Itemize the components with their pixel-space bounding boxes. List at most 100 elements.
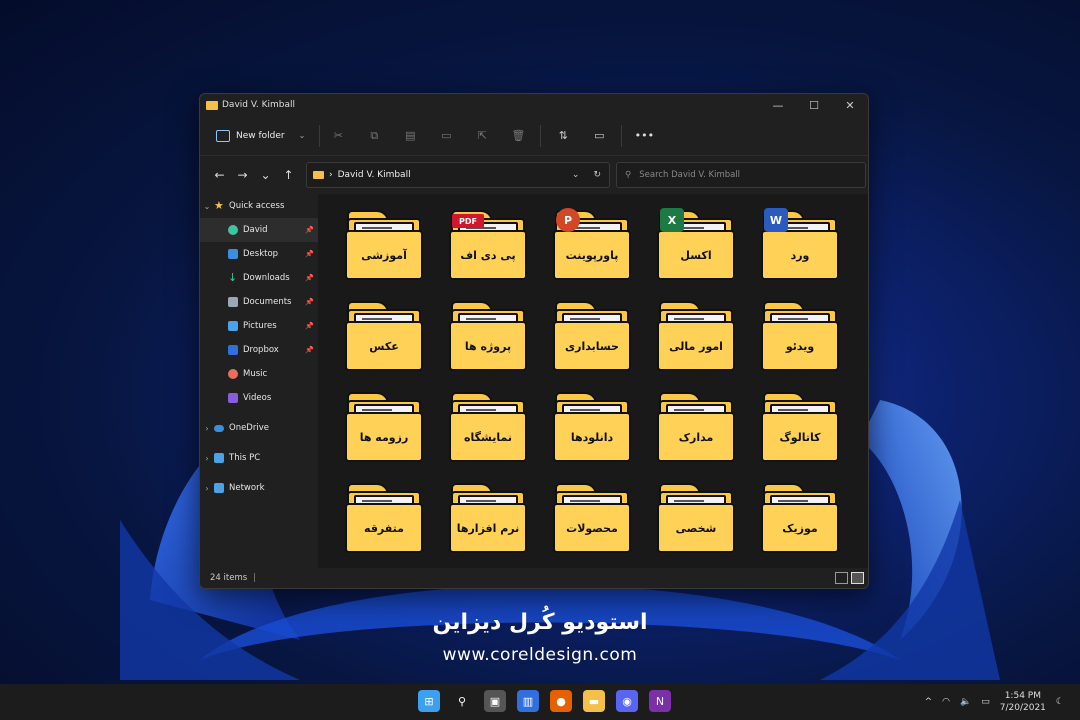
- folder-item[interactable]: امور مالی: [656, 299, 760, 390]
- volume-icon[interactable]: 🔈: [960, 697, 971, 707]
- firefox-icon[interactable]: ●: [550, 690, 572, 712]
- large-icons-view-button[interactable]: [851, 572, 864, 584]
- onedrive-icon: [214, 424, 224, 432]
- folder-item[interactable]: موزیک: [760, 481, 864, 572]
- discord-icon[interactable]: ◉: [616, 690, 638, 712]
- pictures-icon: [228, 321, 238, 331]
- folder-icon: نرم افزارها: [448, 481, 528, 556]
- folder-item[interactable]: نمایشگاه: [448, 390, 552, 481]
- breadcrumb[interactable]: David V. Kimball: [338, 170, 411, 180]
- sidebar-item-quick-access[interactable]: ⌄ ★ Quick access: [200, 194, 318, 218]
- more-options-icon[interactable]: •••: [626, 129, 662, 142]
- new-folder-icon: [216, 129, 230, 142]
- folder-item[interactable]: ورد W: [760, 208, 864, 299]
- chevron-right-icon[interactable]: ›: [200, 424, 214, 433]
- folder-label: حسابداری: [565, 339, 619, 353]
- sidebar-item-label: Pictures: [243, 321, 277, 331]
- cut-icon[interactable]: ✂: [320, 129, 356, 142]
- battery-icon[interactable]: ▭: [981, 697, 990, 707]
- delete-icon[interactable]: 🗑: [500, 129, 536, 142]
- view-icon[interactable]: ▭: [581, 129, 617, 142]
- paste-icon[interactable]: ▤: [392, 129, 428, 142]
- pin-icon: 📌: [305, 226, 314, 234]
- forward-button[interactable]: →: [231, 168, 254, 182]
- folder-icon: مدارک: [656, 390, 736, 465]
- sidebar-item-pictures[interactable]: Pictures 📌: [200, 314, 318, 338]
- app-badge-icon: X: [660, 208, 684, 232]
- folder-item[interactable]: آموزشی: [344, 208, 448, 299]
- onenote-icon[interactable]: N: [649, 690, 671, 712]
- search-icon[interactable]: ⚲: [451, 690, 473, 712]
- navigation-bar: ← → ⌄ ↑ › David V. Kimball ⌄ ↻ ⚲ Search …: [200, 156, 868, 194]
- back-button[interactable]: ←: [208, 168, 231, 182]
- folder-item[interactable]: رزومه ها: [344, 390, 448, 481]
- folder-item[interactable]: نرم افزارها: [448, 481, 552, 572]
- details-view-button[interactable]: [835, 572, 848, 584]
- network-icon: [214, 483, 224, 493]
- folder-item[interactable]: محصولات: [552, 481, 656, 572]
- folder-item[interactable]: کاتالوگ: [760, 390, 864, 481]
- chevron-right-icon[interactable]: ›: [200, 454, 214, 463]
- sidebar-item-music[interactable]: Music: [200, 362, 318, 386]
- close-button[interactable]: ✕: [832, 99, 868, 112]
- sidebar-item-label: This PC: [229, 453, 261, 463]
- wifi-icon[interactable]: ◠: [942, 697, 950, 707]
- copy-icon[interactable]: ⧉: [356, 129, 392, 143]
- folder-item[interactable]: متفرقه: [344, 481, 448, 572]
- folder-item[interactable]: پاورپوینت P: [552, 208, 656, 299]
- focus-assist-icon[interactable]: ☾: [1056, 697, 1064, 707]
- folder-item[interactable]: پی دی اف PDF: [448, 208, 552, 299]
- up-button[interactable]: ↑: [277, 168, 300, 182]
- sidebar-item-this-pc[interactable]: › This PC: [200, 446, 318, 470]
- folder-item[interactable]: اکسل X: [656, 208, 760, 299]
- folder-item[interactable]: شخصی: [656, 481, 760, 572]
- folder-item[interactable]: ویدئو: [760, 299, 864, 390]
- folder-icon: رزومه ها: [344, 390, 424, 465]
- address-bar[interactable]: › David V. Kimball ⌄ ↻: [306, 162, 610, 188]
- sidebar-item-documents[interactable]: Documents 📌: [200, 290, 318, 314]
- folder-item[interactable]: دانلودها: [552, 390, 656, 481]
- search-input[interactable]: ⚲ Search David V. Kimball: [616, 162, 866, 188]
- maximize-button[interactable]: ☐: [796, 99, 832, 112]
- sidebar-item-label: Documents: [243, 297, 292, 307]
- sidebar-item-onedrive[interactable]: › OneDrive: [200, 416, 318, 440]
- pin-icon: 📌: [305, 322, 314, 330]
- chevron-down-icon[interactable]: ⌄: [200, 202, 214, 211]
- tray-chevron-icon[interactable]: ^: [925, 697, 933, 707]
- minimize-button[interactable]: —: [760, 99, 796, 112]
- folder-grid: آموزشی پی دی اف PDF پاورپوینت P اکسل X ورد W عکس پ…: [344, 208, 864, 572]
- chevron-right-icon[interactable]: ›: [200, 484, 214, 493]
- sidebar-item-dropbox[interactable]: Dropbox 📌: [200, 338, 318, 362]
- task-view-icon[interactable]: ▣: [484, 690, 506, 712]
- windows-start-icon[interactable]: ⊞: [418, 690, 440, 712]
- new-folder-button[interactable]: New folder ⌄: [216, 124, 321, 147]
- recent-locations-button[interactable]: ⌄: [254, 168, 277, 182]
- folder-item[interactable]: حسابداری: [552, 299, 656, 390]
- folder-label: عکس: [369, 339, 399, 353]
- share-icon[interactable]: ⇱: [464, 129, 500, 142]
- folder-label: متفرقه: [364, 521, 404, 535]
- sidebar-item-network[interactable]: › Network: [200, 476, 318, 500]
- widgets-icon[interactable]: ▥: [517, 690, 539, 712]
- folder-item[interactable]: پروژه ها: [448, 299, 552, 390]
- sidebar-item-david[interactable]: David 📌: [200, 218, 318, 242]
- sort-icon[interactable]: ⇅: [545, 129, 581, 142]
- star-icon: ★: [214, 199, 224, 212]
- folder-icon: آموزشی: [344, 208, 424, 283]
- folder-icon: کاتالوگ: [760, 390, 840, 465]
- search-icon: ⚲: [625, 170, 632, 180]
- chevron-down-icon[interactable]: ⌄: [572, 170, 580, 180]
- file-explorer-icon[interactable]: ▬: [583, 690, 605, 712]
- download-icon: ↓: [228, 271, 238, 284]
- refresh-icon[interactable]: ↻: [593, 170, 601, 180]
- folder-icon: [206, 100, 218, 110]
- rename-icon[interactable]: ▭: [428, 129, 464, 142]
- clock[interactable]: 1:54 PM 7/20/2021: [1000, 690, 1046, 714]
- sidebar-item-videos[interactable]: Videos: [200, 386, 318, 410]
- sidebar-item-downloads[interactable]: ↓ Downloads 📌: [200, 266, 318, 290]
- sidebar-item-desktop[interactable]: Desktop 📌: [200, 242, 318, 266]
- folder-label: امور مالی: [669, 339, 723, 353]
- folder-item[interactable]: عکس: [344, 299, 448, 390]
- folder-icon: دانلودها: [552, 390, 632, 465]
- folder-item[interactable]: مدارک: [656, 390, 760, 481]
